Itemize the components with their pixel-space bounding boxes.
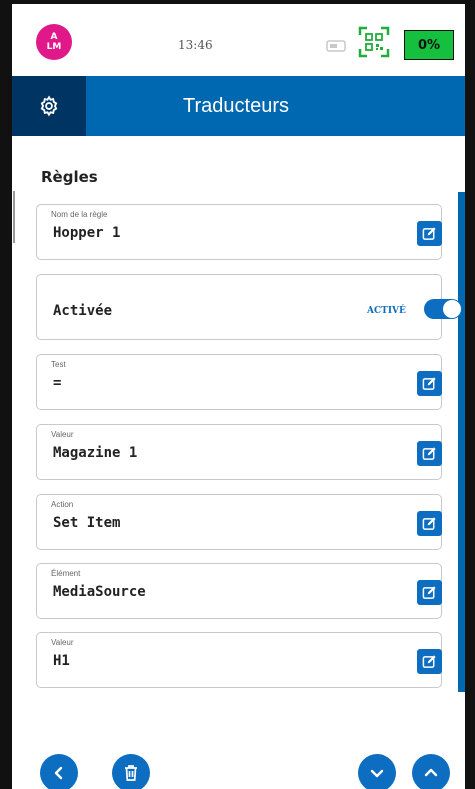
chevron-left-icon — [54, 766, 63, 780]
field-label: Action — [49, 500, 76, 509]
toggle-knob — [443, 300, 461, 318]
avatar-line2: LM — [46, 42, 62, 52]
page-title: Traducteurs — [183, 94, 289, 117]
settings-button[interactable] — [12, 76, 86, 136]
rule-editor: Règles Nom de la règle Hopper 1 Activée … — [12, 136, 465, 734]
edit-icon — [422, 586, 436, 599]
edit-icon — [422, 517, 436, 530]
app-screen: A LM 13:46 0% Traducteurs Règles Nom de … — [12, 4, 465, 789]
bottom-toolbar — [12, 734, 465, 789]
edit-value-2-button[interactable] — [417, 649, 442, 674]
edit-icon — [422, 377, 436, 390]
field-value: Magazine 1 — [53, 445, 138, 461]
avatar[interactable]: A LM — [36, 24, 72, 60]
rule-name-field: Nom de la règle Hopper 1 — [36, 204, 442, 260]
avatar-line1: A — [50, 32, 58, 42]
field-value: Set Item — [53, 515, 121, 531]
scrollbar[interactable] — [458, 192, 465, 692]
cast-icon — [326, 40, 346, 52]
test-field: Test = — [36, 354, 442, 410]
field-value: MediaSource — [53, 584, 146, 600]
field-value: = — [53, 375, 62, 391]
field-label: Valeur — [49, 638, 76, 647]
trash-icon — [125, 765, 137, 781]
edit-icon — [422, 227, 436, 240]
back-button[interactable] — [40, 754, 78, 789]
toggle-status: ACTIVÉ — [367, 306, 406, 316]
value-field-2: Valeur H1 — [36, 632, 442, 688]
qr-code-icon[interactable] — [358, 26, 390, 58]
field-label: Élément — [49, 569, 83, 578]
edit-action-button[interactable] — [417, 511, 442, 536]
action-field: Action Set Item — [36, 494, 442, 550]
edit-element-button[interactable] — [417, 580, 442, 605]
battery-indicator: 0% — [404, 30, 454, 60]
value-field: Valeur Magazine 1 — [36, 424, 442, 480]
edit-icon — [422, 655, 436, 668]
edit-icon — [422, 447, 436, 460]
scroll-up-button[interactable] — [412, 754, 450, 789]
section-title: Règles — [41, 168, 98, 186]
enabled-toggle[interactable] — [424, 299, 462, 319]
field-label: Valeur — [49, 430, 76, 439]
edit-value-button[interactable] — [417, 441, 442, 466]
chevron-down-icon — [370, 769, 384, 778]
field-label: Test — [49, 360, 68, 369]
edit-rule-name-button[interactable] — [417, 221, 442, 246]
left-edge-indicator — [13, 191, 15, 243]
field-value: H1 — [53, 653, 70, 669]
edit-test-button[interactable] — [417, 371, 442, 396]
status-bar: A LM 13:46 0% — [12, 4, 465, 76]
delete-button[interactable] — [112, 754, 150, 789]
enabled-toggle-row: Activée ACTIVÉ — [36, 274, 462, 340]
element-field: Élément MediaSource — [36, 563, 442, 619]
chevron-up-icon — [424, 768, 438, 777]
scroll-down-button[interactable] — [358, 754, 396, 789]
toggle-label: Activée — [53, 303, 113, 319]
gear-icon — [40, 95, 58, 117]
field-label: Nom de la règle — [49, 210, 110, 219]
app-header: Traducteurs — [12, 76, 465, 136]
clock: 13:46 — [178, 38, 213, 52]
field-value: Hopper 1 — [53, 225, 121, 241]
